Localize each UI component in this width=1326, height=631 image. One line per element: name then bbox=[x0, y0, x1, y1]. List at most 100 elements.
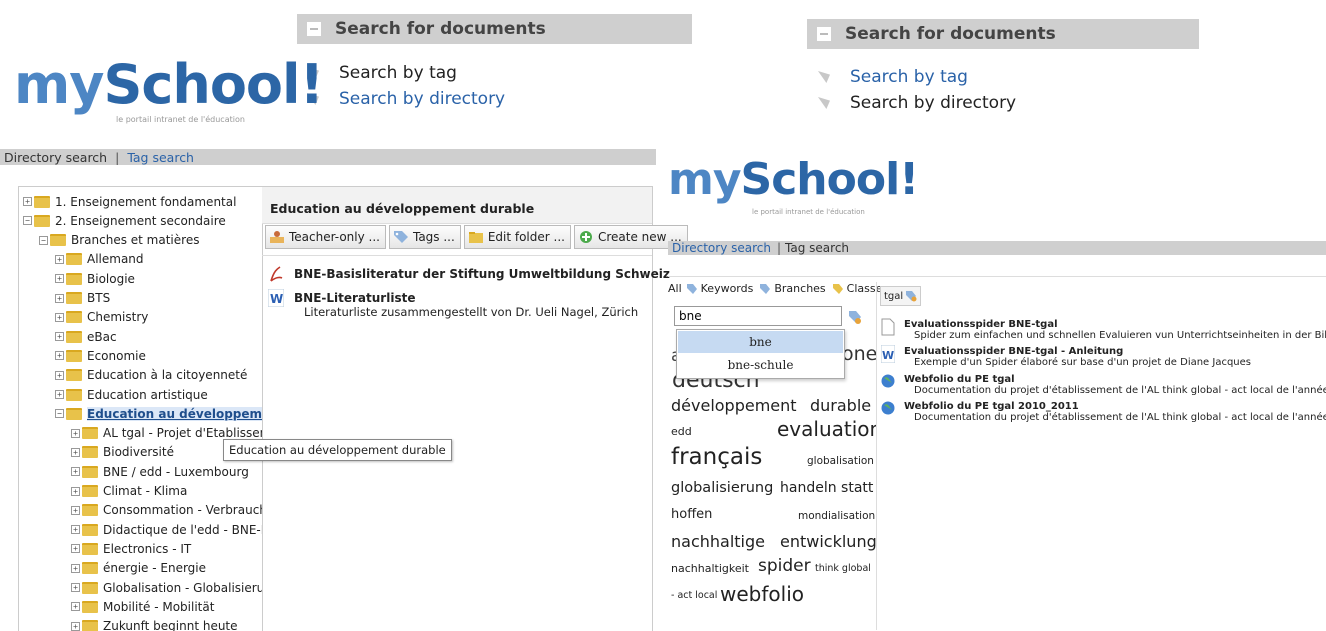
tag-cloud-item[interactable]: français bbox=[671, 444, 762, 470]
tree-node-label[interactable]: 1. Enseignement fondamental bbox=[55, 195, 236, 209]
tag-cloud-item[interactable]: handeln statt bbox=[780, 480, 873, 496]
autocomplete-option[interactable]: bne-schule bbox=[677, 354, 844, 376]
edit-folder-button[interactable]: Edit folder ... bbox=[463, 225, 571, 249]
tree-node[interactable]: + BTS bbox=[55, 289, 110, 308]
teacher-only-button[interactable]: Teacher-only ... bbox=[265, 225, 386, 249]
expand-toggle-icon[interactable]: + bbox=[55, 332, 64, 342]
result-title[interactable]: Evaluationsspider BNE-tgal bbox=[904, 319, 1058, 330]
tree-node[interactable]: + eBac bbox=[55, 327, 117, 346]
tree-node-label[interactable]: Education à la citoyenneté bbox=[87, 368, 247, 382]
tree-node-label[interactable]: Biodiversité bbox=[103, 445, 174, 459]
expand-toggle-icon[interactable]: + bbox=[55, 390, 64, 399]
search-by-tag-item[interactable]: Search by tag bbox=[818, 64, 1016, 90]
tag-cloud-item[interactable]: nachhaltigkeit bbox=[671, 562, 749, 575]
autocomplete-option[interactable]: bne bbox=[678, 331, 843, 353]
tree-node[interactable]: + Didactique de l'edd - BNE-D bbox=[71, 520, 262, 539]
add-tag-icon[interactable] bbox=[848, 310, 862, 324]
tree-node[interactable]: + Education à la citoyenneté bbox=[55, 366, 247, 385]
search-by-tag-link[interactable]: Search by tag bbox=[850, 67, 968, 87]
tree-node[interactable]: + Chemistry bbox=[55, 308, 148, 327]
tree-node-label[interactable]: Branches et matières bbox=[71, 233, 199, 247]
tag-cloud-item[interactable]: edd bbox=[671, 425, 692, 438]
expand-toggle-icon[interactable]: + bbox=[71, 583, 80, 592]
tag-search-input[interactable] bbox=[674, 306, 842, 326]
expand-toggle-icon[interactable]: + bbox=[71, 621, 80, 631]
tag-cloud-item[interactable]: globalisierung bbox=[671, 480, 773, 496]
expand-toggle-icon[interactable]: + bbox=[55, 293, 64, 303]
tree-node-label[interactable]: BTS bbox=[87, 291, 110, 305]
tree-node[interactable]: + Biologie bbox=[55, 269, 135, 288]
result-title[interactable]: Webfolio du PE tgal bbox=[904, 374, 1015, 385]
selected-tag-chip[interactable]: tgal bbox=[880, 286, 922, 306]
tree-node-label[interactable]: Education au développement bbox=[87, 406, 262, 421]
expand-toggle-icon[interactable]: + bbox=[55, 254, 64, 264]
collapse-icon[interactable] bbox=[817, 27, 831, 41]
tag-cloud-item[interactable]: nachhaltige bbox=[671, 532, 765, 551]
tree-node-label[interactable]: Globalisation - Globalisierur bbox=[103, 581, 262, 595]
search-by-directory-item[interactable]: Search by directory bbox=[818, 90, 1016, 116]
tree-node[interactable]: + Biodiversité bbox=[71, 443, 174, 462]
tree-node[interactable]: − Education au développement bbox=[55, 404, 262, 423]
directory-search-tab[interactable]: Directory search bbox=[672, 241, 771, 255]
tree-node[interactable]: + Education artistique bbox=[55, 385, 208, 404]
tree-node-label[interactable]: 2. Enseignement secondaire bbox=[55, 214, 226, 228]
search-by-directory-link[interactable]: Search by directory bbox=[339, 89, 505, 109]
tag-cloud-item[interactable]: webfolio bbox=[720, 582, 804, 606]
tree-node[interactable]: +1. Enseignement fondamental bbox=[23, 192, 236, 211]
expand-toggle-icon[interactable]: + bbox=[23, 197, 32, 206]
tree-node-label[interactable]: Economie bbox=[87, 349, 146, 363]
filter-all[interactable]: All bbox=[668, 282, 682, 295]
expand-toggle-icon[interactable]: + bbox=[71, 525, 80, 535]
tree-node[interactable]: − Branches et matières bbox=[39, 231, 199, 250]
tree-node[interactable]: + Economie bbox=[55, 346, 146, 365]
tree-node-label[interactable]: Chemistry bbox=[87, 310, 148, 324]
tree-node-label[interactable]: Climat - Klima bbox=[103, 484, 187, 498]
tree-node[interactable]: − 2. Enseignement secondaire bbox=[23, 211, 226, 230]
remove-tag-icon[interactable] bbox=[905, 290, 917, 302]
tree-node[interactable]: + BNE / edd - Luxembourg bbox=[71, 462, 249, 481]
tree-node-label[interactable]: BNE / edd - Luxembourg bbox=[103, 465, 249, 479]
tag-cloud-item[interactable]: durable bbox=[810, 396, 871, 415]
collapse-icon[interactable] bbox=[307, 22, 321, 36]
expand-toggle-icon[interactable]: + bbox=[71, 447, 80, 457]
tree-node-label[interactable]: Didactique de l'edd - BNE-D bbox=[103, 523, 262, 537]
expand-toggle-icon[interactable]: + bbox=[71, 467, 80, 477]
tree-node[interactable]: + Electronics - IT bbox=[71, 539, 191, 558]
tag-cloud-item[interactable]: hoffen bbox=[671, 507, 712, 522]
expand-toggle-icon[interactable]: + bbox=[55, 312, 64, 322]
expand-toggle-icon[interactable]: + bbox=[55, 370, 64, 380]
tag-cloud-item[interactable]: développement bbox=[671, 396, 797, 415]
tree-node-label[interactable]: Education artistique bbox=[87, 388, 208, 402]
tag-cloud-item[interactable]: mondialisation bbox=[798, 510, 875, 522]
tag-cloud-item[interactable]: entwicklung bbox=[780, 532, 876, 551]
expand-toggle-icon[interactable]: + bbox=[71, 602, 80, 612]
expand-toggle-icon[interactable]: + bbox=[71, 428, 80, 438]
tags-button[interactable]: Tags ... bbox=[388, 225, 461, 249]
expand-toggle-icon[interactable]: + bbox=[55, 351, 64, 361]
result-title[interactable]: Webfolio du PE tgal 2010_2011 bbox=[904, 401, 1079, 412]
tree-node[interactable]: + Zukunft beginnt heute bbox=[71, 617, 238, 631]
tag-cloud-item[interactable]: - act local bbox=[671, 590, 717, 601]
tree-node-label[interactable]: Allemand bbox=[87, 252, 144, 266]
tree-node-label[interactable]: Biologie bbox=[87, 272, 135, 286]
tree-node[interactable]: + Globalisation - Globalisierur bbox=[71, 578, 262, 597]
document-title[interactable]: BNE-Literaturliste bbox=[294, 291, 415, 305]
tag-cloud-item[interactable]: evaluation bbox=[777, 417, 876, 441]
tag-search-tab[interactable]: Tag search bbox=[127, 150, 194, 165]
tag-cloud-item[interactable]: spider bbox=[758, 556, 811, 576]
tree-node[interactable]: + Climat - Klima bbox=[71, 482, 187, 501]
directory-search-tab[interactable]: Directory search bbox=[4, 150, 107, 165]
tree-node[interactable]: + Mobilité - Mobilität bbox=[71, 597, 214, 616]
tag-search-tab[interactable]: Tag search bbox=[785, 241, 849, 255]
filter-keywords[interactable]: Keywords bbox=[701, 282, 754, 295]
tree-node-label[interactable]: eBac bbox=[87, 330, 117, 344]
collapse-toggle-icon[interactable]: − bbox=[55, 409, 64, 419]
tree-node[interactable]: + Consommation - Verbrauch bbox=[71, 501, 262, 520]
tree-node-label[interactable]: énergie - Energie bbox=[103, 561, 206, 575]
expand-toggle-icon[interactable]: + bbox=[71, 505, 80, 515]
search-by-directory-item[interactable]: Search by directory bbox=[307, 86, 505, 112]
tree-node-label[interactable]: Consommation - Verbrauch bbox=[103, 503, 262, 517]
tree-node[interactable]: + Allemand bbox=[55, 250, 144, 269]
tag-cloud-item[interactable]: globalisation bbox=[807, 455, 874, 467]
expand-toggle-icon[interactable]: + bbox=[55, 274, 64, 284]
